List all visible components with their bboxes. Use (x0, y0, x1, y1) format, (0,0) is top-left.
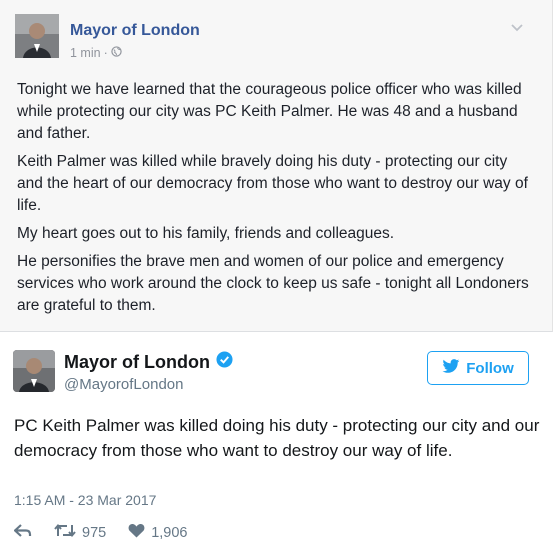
post-meta: 1 min · (70, 46, 122, 60)
twitter-bird-icon (442, 358, 460, 378)
reply-button[interactable] (13, 523, 32, 542)
post-paragraph: Tonight we have learned that the courage… (17, 81, 522, 142)
tweet-text: PC Keith Palmer was killed doing his dut… (14, 416, 540, 460)
like-count: 1,906 (151, 524, 188, 541)
facebook-post: Mayor of London 1 min · Tonight we have … (0, 0, 553, 332)
follow-button[interactable]: Follow (427, 351, 529, 385)
tweet-avatar[interactable] (13, 350, 55, 392)
post-paragraph: My heart goes out to his family, friends… (17, 225, 395, 242)
heart-icon (128, 523, 145, 542)
display-name-text[interactable]: Mayor of London (64, 352, 210, 373)
tweet-display-name[interactable]: Mayor of London (64, 351, 233, 373)
post-paragraph: He personifies the brave men and women o… (17, 253, 529, 314)
like-button[interactable]: 1,906 (128, 523, 188, 542)
post-time[interactable]: 1 min (70, 46, 101, 60)
reply-icon (13, 523, 32, 542)
avatar[interactable] (15, 14, 59, 58)
globe-icon (111, 46, 122, 60)
chevron-down-icon[interactable] (510, 20, 524, 34)
post-paragraph: Keith Palmer was killed while bravely do… (17, 153, 528, 214)
post-body: Tonight we have learned that the courage… (17, 79, 537, 323)
tweet-actions: 975 1,906 (13, 523, 210, 542)
tweet-handle[interactable]: @MayorofLondon (64, 376, 183, 393)
tweet-timestamp[interactable]: 1:15 AM - 23 Mar 2017 (14, 492, 156, 508)
retweet-count: 975 (82, 524, 107, 541)
verified-badge-icon (216, 351, 233, 373)
post-author[interactable]: Mayor of London (70, 22, 200, 40)
meta-separator: · (103, 46, 108, 60)
retweet-button[interactable]: 975 (54, 523, 106, 542)
tweet: Mayor of London @MayorofLondon Follow PC… (0, 333, 560, 551)
follow-label: Follow (466, 359, 514, 377)
retweet-icon (54, 523, 76, 542)
